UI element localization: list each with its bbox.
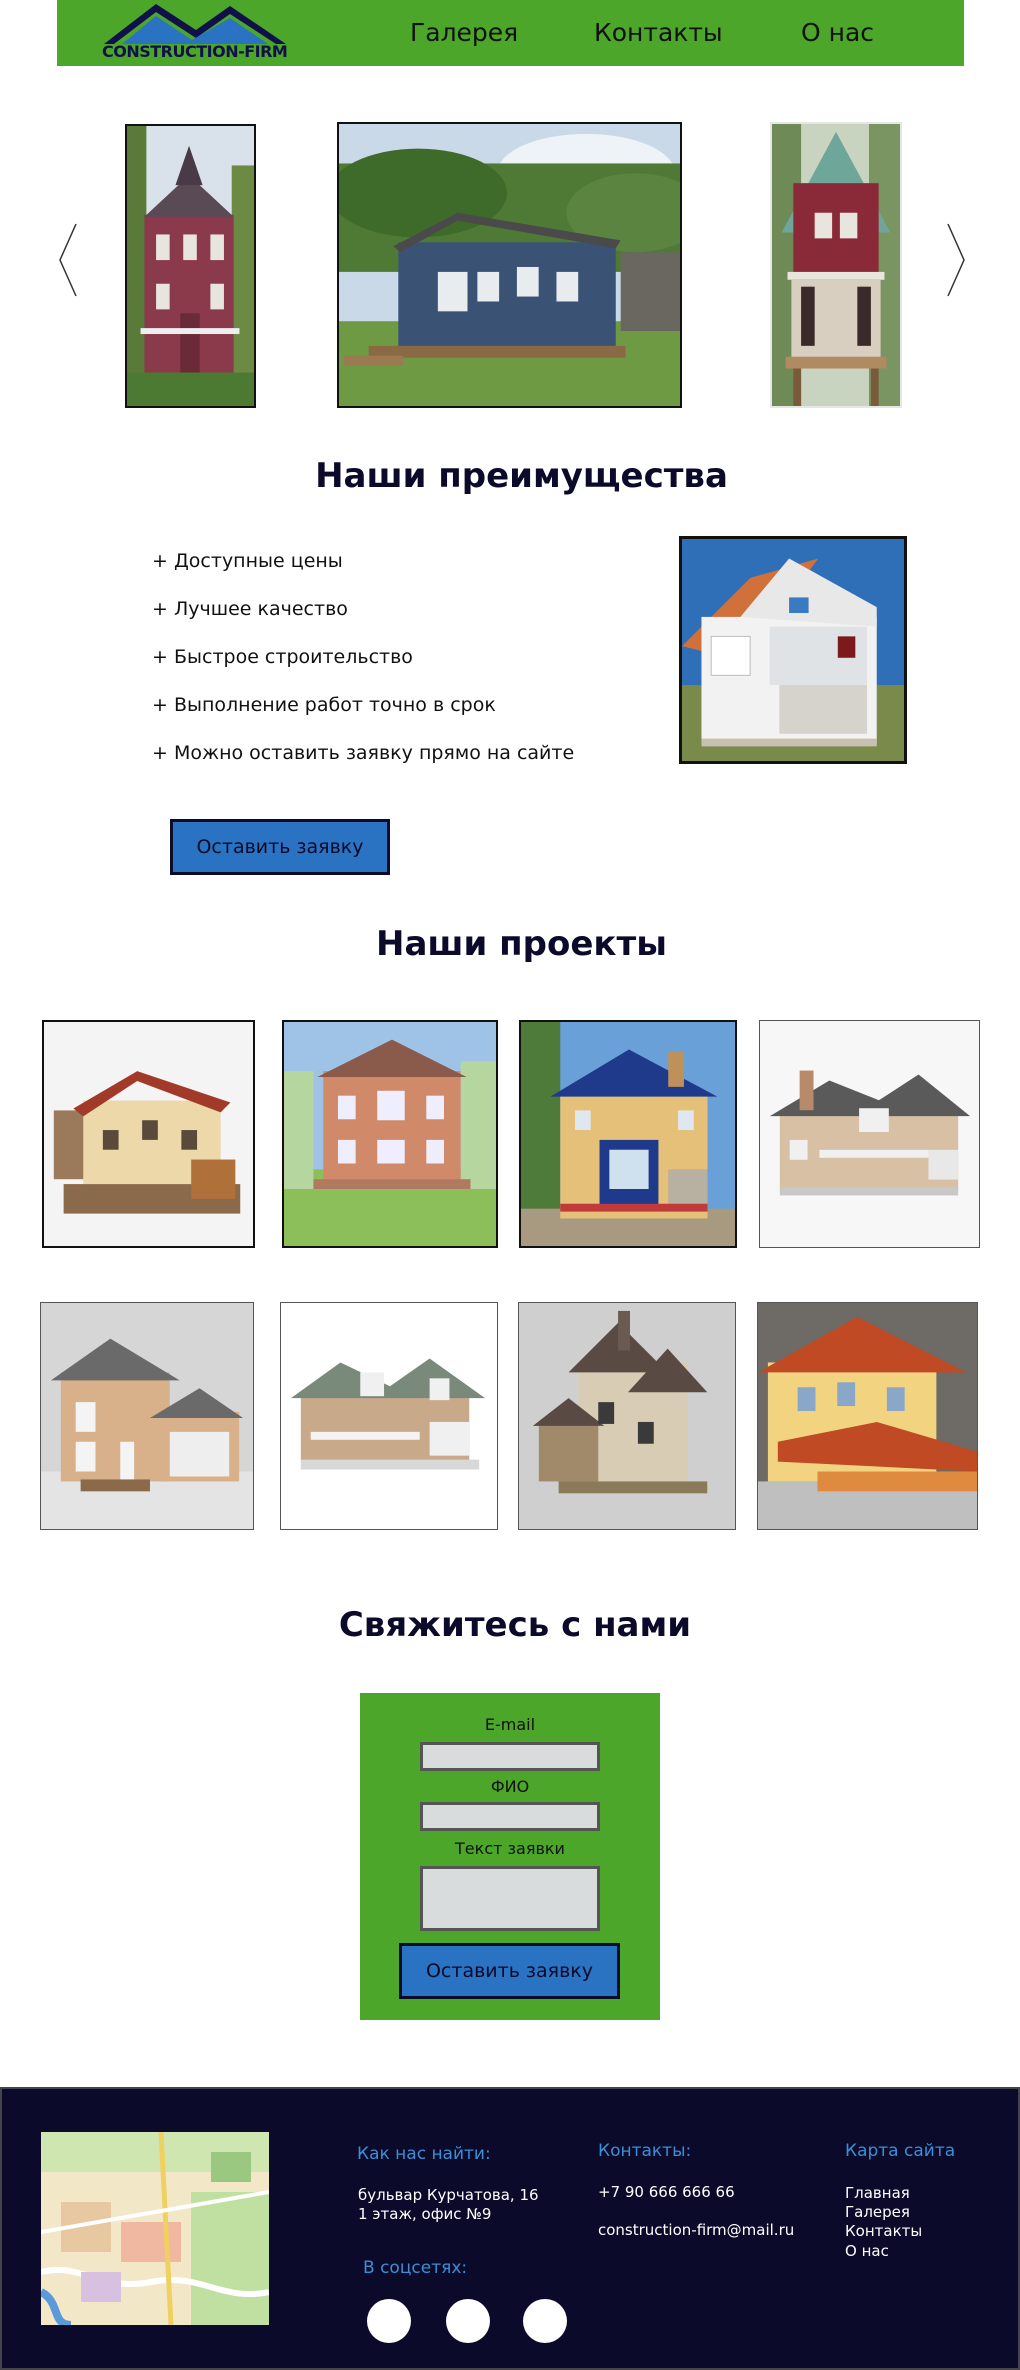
name-field[interactable] [420, 1802, 600, 1831]
location-map[interactable] [41, 2132, 269, 2325]
house-cutaway-image [679, 536, 907, 764]
advantages-title: Наши преимущества [315, 456, 728, 496]
social-link-3[interactable] [523, 2299, 567, 2343]
contacts-title: Контакты: [598, 2141, 692, 2161]
request-button[interactable]: Оставить заявку [170, 819, 390, 875]
request-text-label: Текст заявки [455, 1839, 565, 1858]
footer-phone[interactable]: +7 90 666 666 66 [598, 2183, 735, 2202]
nav-link-about[interactable]: О нас [801, 18, 874, 47]
sitemap-link-gallery[interactable]: Галерея [845, 2203, 910, 2222]
project-image-2[interactable] [282, 1020, 498, 1248]
sitemap-link-contacts[interactable]: Контакты [845, 2222, 922, 2241]
email-label: E-mail [484, 1715, 536, 1734]
social-title: В соцсетях: [363, 2258, 468, 2278]
chevron-right-icon[interactable] [944, 222, 968, 298]
submit-request-button[interactable]: Оставить заявку [399, 1943, 620, 1999]
advantage-item: + Быстрое строительство [152, 646, 413, 668]
project-image-4[interactable] [759, 1020, 980, 1248]
project-image-3[interactable] [519, 1020, 737, 1248]
project-image-8[interactable] [757, 1302, 978, 1530]
advantage-item: + Доступные цены [152, 550, 343, 572]
nav-link-contacts[interactable]: Контакты [594, 18, 723, 47]
name-label: ФИО [490, 1777, 530, 1796]
social-link-1[interactable] [367, 2299, 411, 2343]
address-line-1: бульвар Курчатова, 16 [358, 2186, 539, 2204]
request-text-field[interactable] [420, 1866, 600, 1931]
advantage-item: + Лучшее качество [152, 598, 348, 620]
contact-title: Свяжитесь с нами [338, 1605, 692, 1645]
nav-link-gallery[interactable]: Галерея [410, 18, 518, 47]
address-line-2: 1 этаж, офис №9 [358, 2205, 492, 2223]
social-link-2[interactable] [446, 2299, 490, 2343]
project-image-6[interactable] [280, 1302, 498, 1530]
sitemap-link-home[interactable]: Главная [845, 2184, 910, 2203]
chevron-left-icon[interactable] [56, 222, 80, 298]
slider-image-red-cabin[interactable] [770, 122, 902, 408]
advantage-item: + Выполнение работ точно в срок [152, 694, 496, 716]
advantage-item: + Можно оставить заявку прямо на сайте [152, 742, 575, 764]
email-field[interactable] [420, 1742, 600, 1771]
find-us-title: Как нас найти: [357, 2144, 491, 2164]
projects-title: Наши проекты [376, 924, 667, 964]
project-image-1[interactable] [42, 1020, 255, 1248]
logo-text[interactable]: CONSTRUCTION-FIRM [102, 42, 288, 61]
project-image-7[interactable] [518, 1302, 736, 1530]
sitemap-title: Карта сайта [845, 2141, 956, 2161]
slider-image-victorian-house[interactable] [125, 124, 256, 408]
slider-image-blue-tiny-house[interactable] [337, 122, 682, 408]
project-image-5[interactable] [40, 1302, 254, 1530]
footer-email[interactable]: construction-firm@mail.ru [598, 2221, 794, 2240]
sitemap-link-about[interactable]: О нас [845, 2242, 889, 2261]
